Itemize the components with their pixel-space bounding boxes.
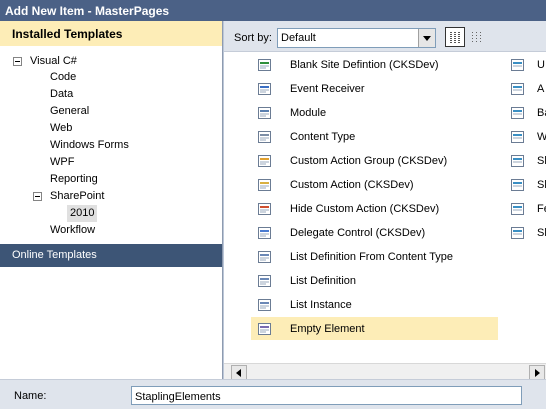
template-item-label: Event Receiver <box>290 83 365 95</box>
scroll-right-icon[interactable] <box>529 365 545 380</box>
template-item[interactable]: Fe <box>510 199 546 219</box>
template-item[interactable]: Module <box>257 103 503 123</box>
template-item-label: Module <box>290 107 327 119</box>
templates-toolbar: Sort by: Default <box>224 21 546 52</box>
sort-by-select[interactable]: Default <box>277 28 436 48</box>
site-icon <box>510 225 526 241</box>
template-item-label: Delegate Control (CKSDev) <box>290 227 426 239</box>
template-item-label: W <box>537 131 546 143</box>
module-icon <box>257 105 273 121</box>
template-item-label: Fe <box>537 203 546 215</box>
custom-action-icon <box>257 177 273 193</box>
scroll-left-icon[interactable] <box>231 365 247 380</box>
template-item-label: Ba <box>537 107 546 119</box>
dropdown-arrow-icon[interactable] <box>418 29 435 47</box>
template-item[interactable]: Custom Action (CKSDev) <box>257 175 503 195</box>
custom-action-group-icon <box>257 153 273 169</box>
user-control-icon <box>510 57 526 73</box>
window-title: Add New Item - MasterPages <box>0 0 546 21</box>
template-item[interactable]: Ba <box>510 103 546 123</box>
template-item-label: U <box>537 59 545 71</box>
sort-by-value: Default <box>281 32 316 44</box>
name-bar: Name: <box>0 379 546 409</box>
tree-item-code[interactable]: Code <box>50 69 76 86</box>
silverlight-icon <box>510 177 526 193</box>
template-item-label: Sl <box>537 179 546 191</box>
tree-item-2010[interactable]: 2010 <box>67 205 98 222</box>
collapse-sharepoint-icon[interactable] <box>33 192 42 201</box>
silverlight-icon <box>510 153 526 169</box>
tree-item-web[interactable]: Web <box>50 120 72 137</box>
list-instance-icon <box>257 297 273 313</box>
template-item[interactable]: W <box>510 127 546 147</box>
template-item-label: Custom Action (CKSDev) <box>290 179 414 191</box>
template-item[interactable]: Content Type <box>257 127 503 147</box>
sort-by-label: Sort by: <box>234 32 272 44</box>
collapse-visual-csharp-icon[interactable] <box>13 57 22 66</box>
hide-custom-action-icon <box>257 201 273 217</box>
template-item[interactable]: Blank Site Defintion (CKSDev) <box>257 55 503 75</box>
tree-item-data[interactable]: Data <box>50 86 73 103</box>
template-item-label: List Definition <box>290 275 357 287</box>
small-icons-view-button[interactable] <box>467 27 487 47</box>
template-item[interactable]: Sl <box>510 151 546 171</box>
template-item[interactable]: Empty Element <box>251 317 498 340</box>
template-item[interactable]: Delegate Control (CKSDev) <box>257 223 503 243</box>
online-templates-header[interactable]: Online Templates <box>0 244 222 267</box>
name-label: Name: <box>14 390 47 402</box>
web-part-icon <box>510 129 526 145</box>
application-page-icon <box>510 81 526 97</box>
horizontal-scrollbar[interactable] <box>224 363 546 380</box>
template-item[interactable]: Sl <box>510 175 546 195</box>
template-item[interactable]: Hide Custom Action (CKSDev) <box>257 199 503 219</box>
list-definition-icon <box>257 249 273 265</box>
template-item[interactable]: Custom Action Group (CKSDev) <box>257 151 503 171</box>
medium-icons-view-button[interactable] <box>445 27 465 47</box>
feature-icon <box>510 201 526 217</box>
template-item-label: Empty Element <box>290 323 365 335</box>
templates-pane: Sort by: Default Blank Site Defintion (C… <box>224 21 546 380</box>
template-item[interactable]: List Definition From Content Type <box>257 247 503 267</box>
template-item[interactable]: Event Receiver <box>257 79 503 99</box>
template-item-label: Content Type <box>290 131 356 143</box>
grid-view-icon <box>450 31 460 43</box>
tree-item-wpf[interactable]: WPF <box>50 154 74 171</box>
tree-item-visual-csharp[interactable]: Visual C# <box>30 53 77 70</box>
business-data-icon <box>510 105 526 121</box>
tree-item-workflow[interactable]: Workflow <box>50 222 95 239</box>
tree-item-general[interactable]: General <box>50 103 89 120</box>
content-type-icon <box>257 129 273 145</box>
name-input[interactable] <box>131 386 522 405</box>
template-item-label: Hide Custom Action (CKSDev) <box>290 203 440 215</box>
list-definition-icon <box>257 273 273 289</box>
template-item[interactable]: A <box>510 79 546 99</box>
site-definition-icon <box>257 57 273 73</box>
template-item-label: List Instance <box>290 299 352 311</box>
tree-item-windows-forms[interactable]: Windows Forms <box>50 137 129 154</box>
template-item-label: Sl <box>537 155 546 167</box>
template-item-label: List Definition From Content Type <box>290 251 454 263</box>
list-view-icon <box>472 30 483 42</box>
template-item-label: Custom Action Group (CKSDev) <box>290 155 448 167</box>
template-item[interactable]: List Definition <box>257 271 503 291</box>
template-categories-pane: Installed Templates Visual C# Code Data … <box>0 21 223 379</box>
template-item-label: Sl <box>537 227 546 239</box>
delegate-control-icon <box>257 225 273 241</box>
tree-item-reporting[interactable]: Reporting <box>50 171 98 188</box>
template-item[interactable]: U <box>510 55 546 75</box>
installed-templates-header[interactable]: Installed Templates <box>0 21 222 46</box>
event-receiver-icon <box>257 81 273 97</box>
tree-item-sharepoint[interactable]: SharePoint <box>50 188 104 205</box>
empty-element-icon <box>257 321 273 337</box>
template-item[interactable]: Sl <box>510 223 546 243</box>
template-item-label: Blank Site Defintion (CKSDev) <box>290 59 439 71</box>
template-item-label: A <box>537 83 545 95</box>
template-item[interactable]: List Instance <box>257 295 503 315</box>
